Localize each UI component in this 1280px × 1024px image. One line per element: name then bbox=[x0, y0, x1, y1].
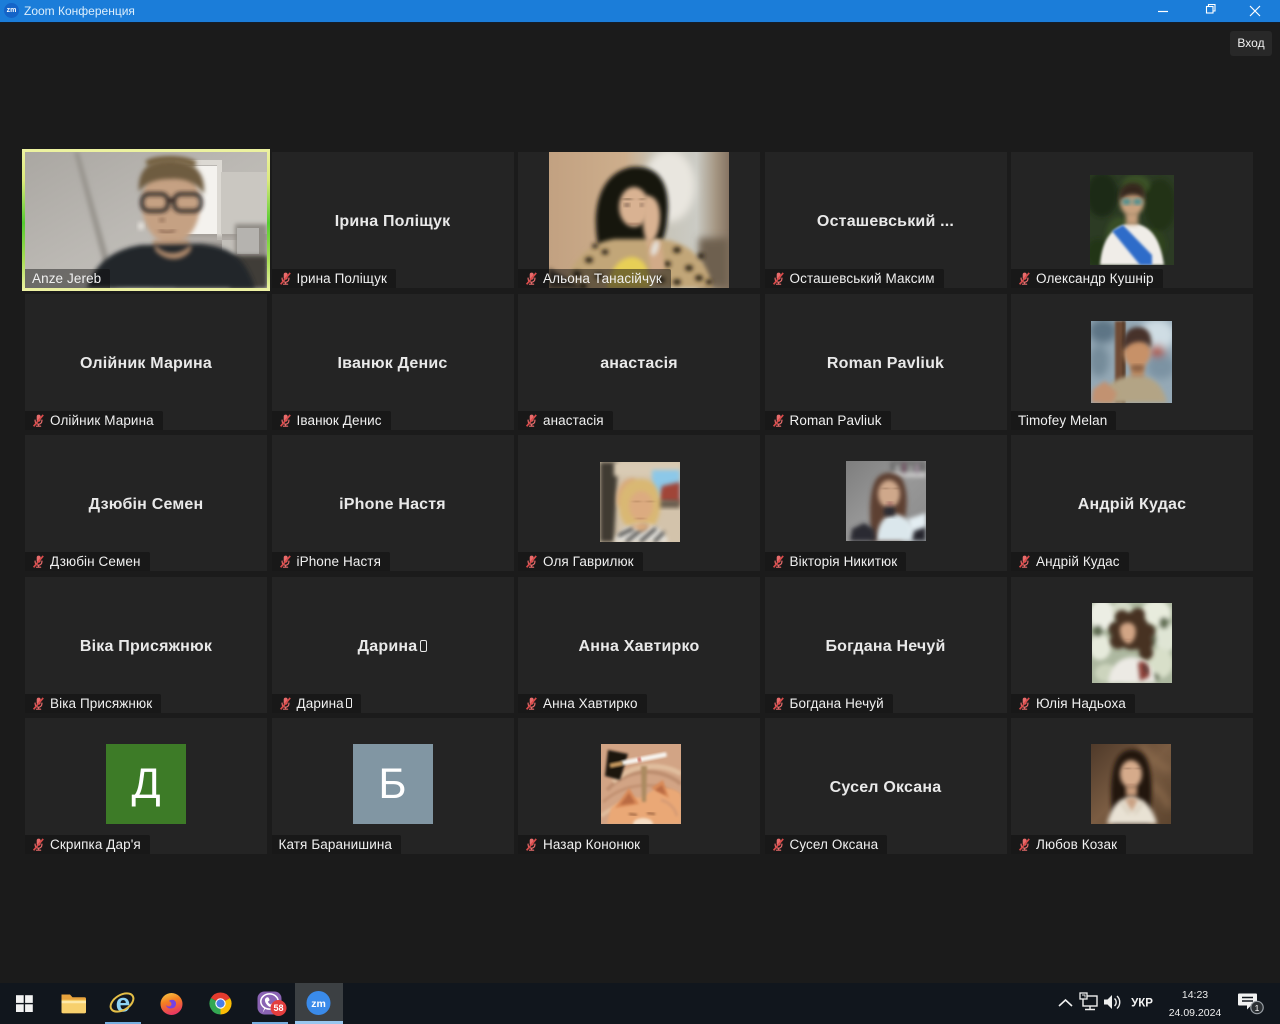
svg-text:zm: zm bbox=[311, 998, 326, 1010]
svg-text:УКР: УКР bbox=[1131, 998, 1153, 1010]
svg-text:58: 58 bbox=[273, 1003, 283, 1013]
svg-text:e: e bbox=[116, 988, 130, 1018]
svg-text:1: 1 bbox=[1255, 1003, 1260, 1013]
